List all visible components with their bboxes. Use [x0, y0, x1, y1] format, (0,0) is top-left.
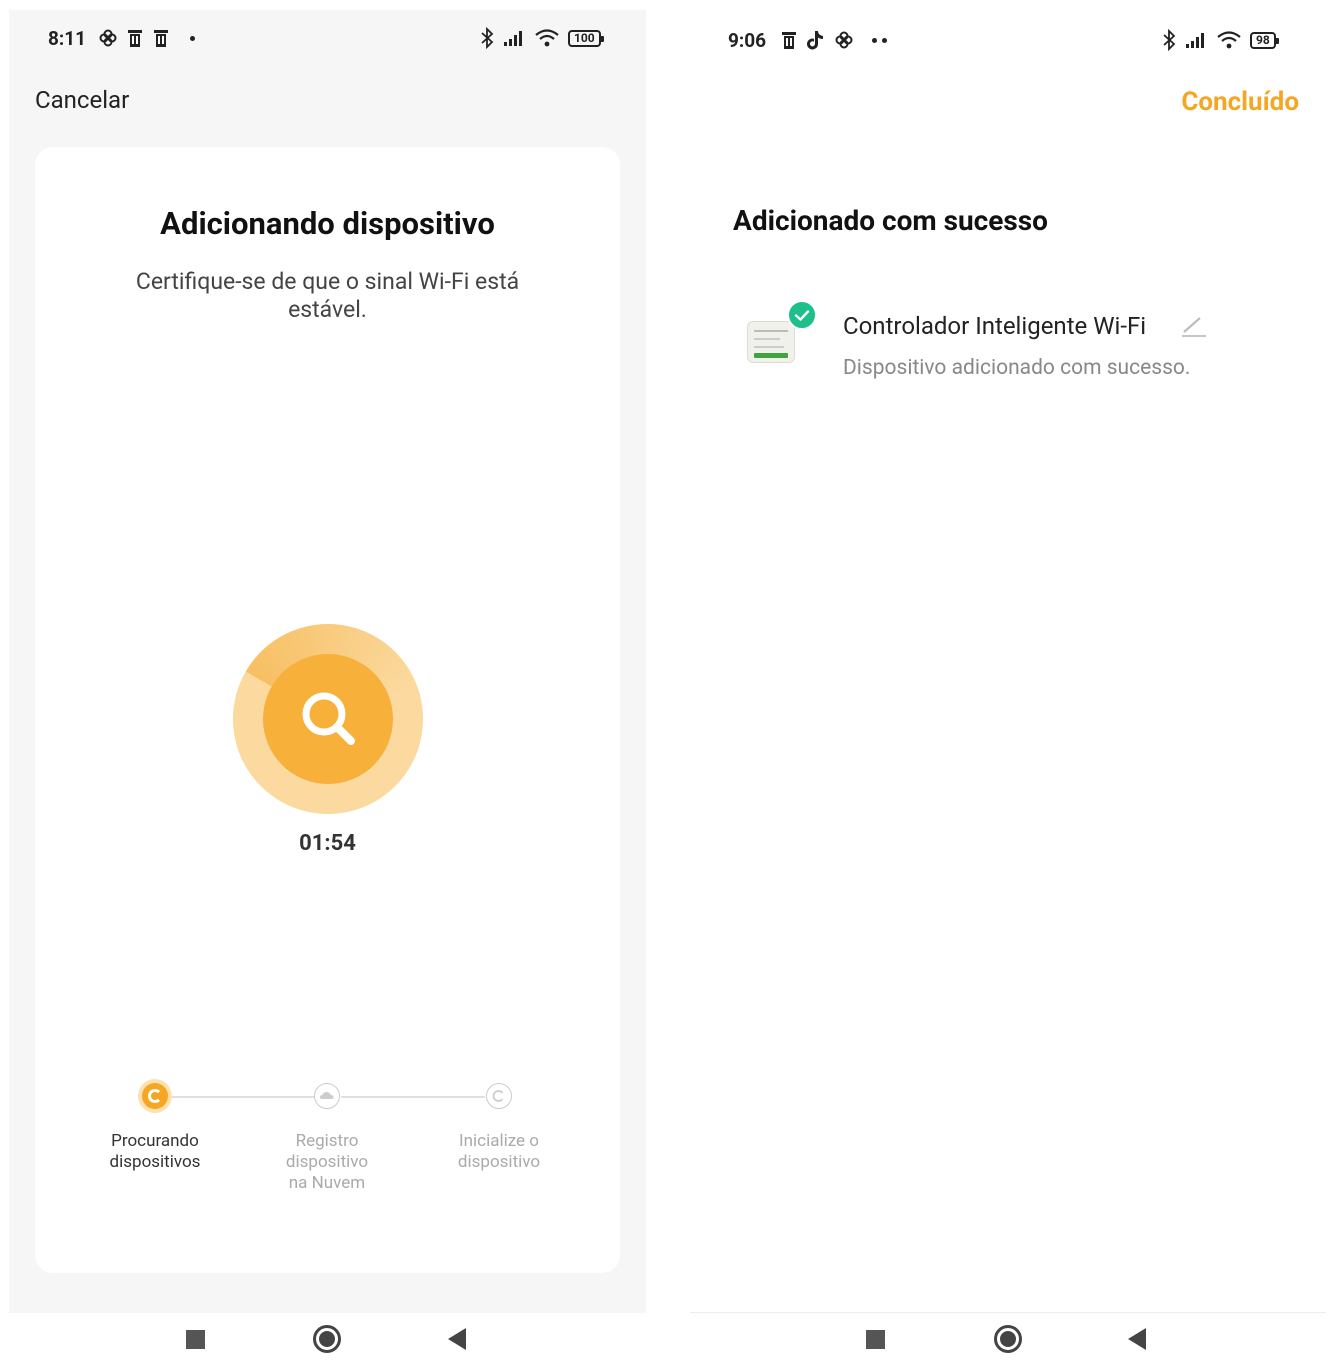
- signal-icon: [1186, 33, 1204, 48]
- fan-icon: [835, 31, 853, 49]
- scanning-radar: [233, 624, 423, 814]
- step-1-label: Procurando dispositivos: [109, 1131, 201, 1172]
- recent-apps-button[interactable]: [866, 1329, 885, 1349]
- step-1-active-icon: [142, 1083, 168, 1109]
- success-check-icon: [787, 300, 817, 330]
- trash-icon: [128, 30, 142, 47]
- fan-icon: [99, 29, 117, 47]
- search-icon: [302, 692, 355, 745]
- device-name: Controlador Inteligente Wi-Fi: [843, 312, 1147, 340]
- step-3-label: Inicialize o dispositivo: [457, 1131, 541, 1172]
- step-connector: [167, 1096, 315, 1098]
- back-button[interactable]: [448, 1328, 466, 1350]
- cloud-icon: [314, 1083, 340, 1109]
- bluetooth-icon: [481, 27, 494, 49]
- recent-apps-button[interactable]: [186, 1329, 205, 1349]
- notification-icons: [98, 28, 195, 48]
- bottom-divider: [690, 1312, 1326, 1313]
- initialize-icon: [486, 1083, 512, 1109]
- device-row[interactable]: Controlador Inteligente Wi-Fi Dispositiv…: [733, 295, 1293, 395]
- wifi-icon: [1217, 31, 1241, 49]
- trash-icon: [782, 32, 796, 49]
- success-title: Adicionado com sucesso: [733, 204, 1048, 237]
- countdown-timer: 01:54: [299, 831, 356, 856]
- status-time: 9:06: [728, 28, 767, 52]
- page-title: Adicionando dispositivo: [160, 205, 495, 242]
- device-thumbnail: [747, 321, 795, 363]
- step-2-label: Registro dispositivo na Nuvem: [285, 1131, 369, 1193]
- left-screen: 8:11 100 Cancelar Adicionando dispositiv…: [0, 0, 654, 1364]
- trash-icon: [154, 30, 168, 47]
- back-button[interactable]: [1128, 1328, 1146, 1350]
- notification-icons: [780, 29, 887, 51]
- wifi-icon: [535, 29, 559, 47]
- tiktok-icon: [807, 31, 823, 50]
- cancel-button[interactable]: Cancelar: [35, 86, 129, 114]
- battery-icon: 100: [568, 29, 604, 47]
- signal-icon: [504, 31, 522, 46]
- device-status: Dispositivo adicionado com sucesso.: [843, 356, 1191, 380]
- status-bar: 9:06 98: [682, 20, 1332, 60]
- battery-icon: 98: [1250, 31, 1279, 49]
- home-button[interactable]: [994, 1325, 1022, 1353]
- step-connector: [341, 1096, 485, 1098]
- done-button[interactable]: Concluído: [1181, 87, 1299, 117]
- navigation-bar: [0, 1314, 654, 1364]
- adding-device-card: Adicionando dispositivo Certifique-se de…: [35, 147, 620, 1273]
- bluetooth-icon: [1163, 29, 1176, 51]
- more-notifications-dot-icon: [190, 35, 195, 41]
- radar-center: [263, 654, 393, 784]
- right-screen: 9:06 98 Concluído Adicionado com sucesso…: [682, 0, 1332, 1364]
- home-button[interactable]: [313, 1325, 341, 1353]
- status-bar: 8:11 100: [0, 18, 654, 58]
- status-time: 8:11: [48, 26, 87, 50]
- edit-pencil-icon[interactable]: [1179, 310, 1207, 338]
- wifi-stability-hint: Certifique-se de que o sinal Wi-Fi está …: [135, 268, 520, 323]
- system-status-icons: 100: [480, 27, 604, 49]
- more-notifications-dots-icon: [872, 37, 887, 43]
- navigation-bar: [682, 1314, 1332, 1364]
- system-status-icons: 98: [1162, 29, 1279, 51]
